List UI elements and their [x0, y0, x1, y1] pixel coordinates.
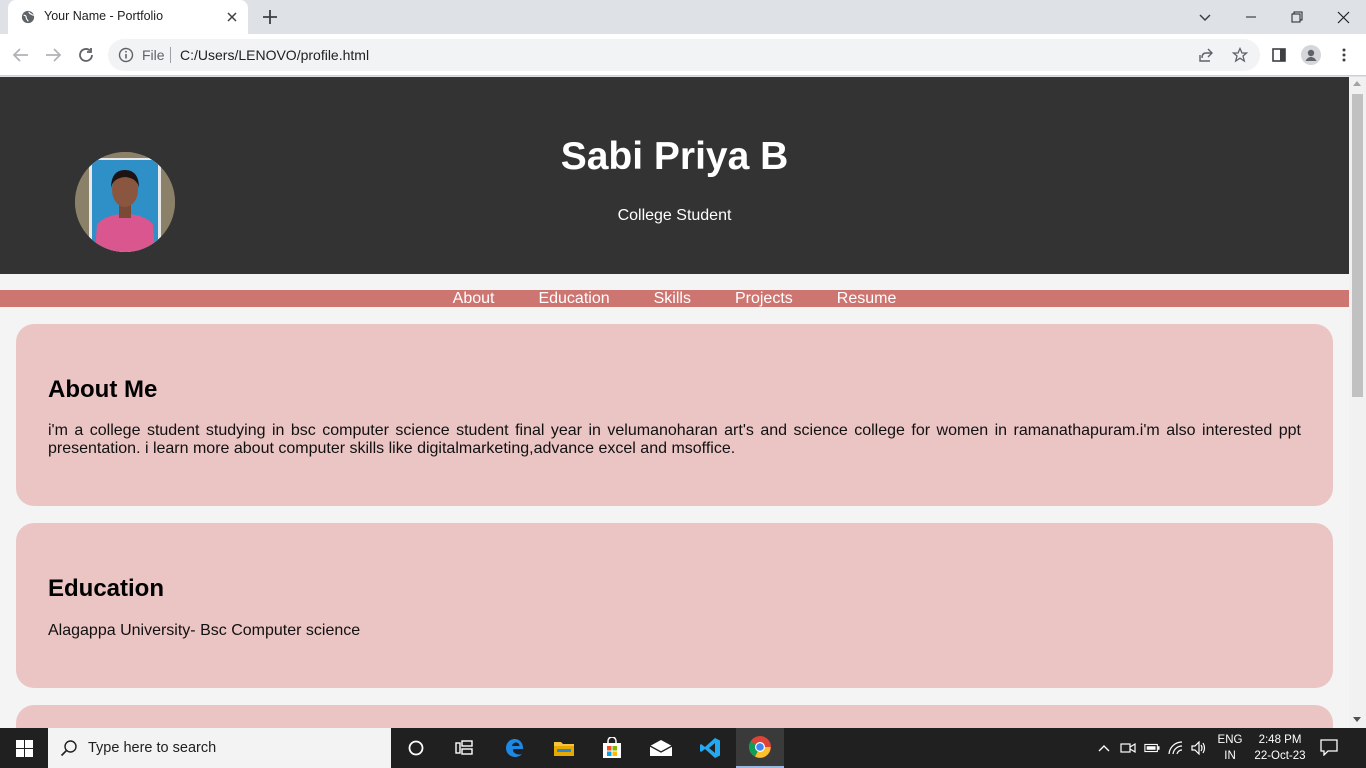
- wifi-icon: [1168, 741, 1183, 755]
- bookmark-star-icon[interactable]: [1232, 47, 1248, 63]
- clock-date: 22-Oct-23: [1254, 750, 1306, 762]
- menu-button[interactable]: [1334, 45, 1354, 65]
- profile-button[interactable]: [1301, 45, 1321, 65]
- page-viewport: Sabi Priya B College Student About Educa…: [0, 77, 1349, 728]
- chevron-down-icon: [1199, 14, 1211, 22]
- arrow-left-icon: [12, 48, 28, 62]
- hero-header: Sabi Priya B College Student: [0, 77, 1349, 274]
- search-placeholder: Type here to search: [88, 740, 217, 756]
- nav-resume[interactable]: Resume: [837, 290, 897, 307]
- globe-icon: [21, 10, 35, 24]
- address-bar[interactable]: File C:/Users/LENOVO/profile.html: [108, 39, 1260, 71]
- show-hidden-icons-button[interactable]: [1096, 740, 1112, 756]
- skills-section: [16, 705, 1333, 728]
- vscode-button[interactable]: [686, 728, 734, 768]
- page-scrollbar[interactable]: [1349, 77, 1366, 728]
- education-text: Alagappa University- Bsc Computer scienc…: [48, 622, 361, 639]
- side-panel-icon: [1272, 48, 1286, 62]
- education-section: Education Alagappa University- Bsc Compu…: [16, 523, 1333, 688]
- mail-icon: [649, 740, 673, 756]
- chrome-button[interactable]: [736, 728, 784, 768]
- volume-button[interactable]: [1191, 740, 1207, 756]
- file-explorer-button[interactable]: [540, 728, 588, 768]
- windows-taskbar: Type here to search ENG IN 2:48 PM 22-Oc…: [0, 728, 1366, 768]
- vscode-icon: [700, 738, 720, 758]
- minimize-icon: [1246, 16, 1256, 18]
- restore-icon: [1291, 11, 1303, 23]
- chevron-up-icon: [1098, 745, 1110, 752]
- side-panel-button[interactable]: [1269, 45, 1289, 65]
- nav-education[interactable]: Education: [538, 290, 609, 307]
- battery-icon: [1144, 743, 1160, 753]
- about-text: i'm a college student studying in bsc co…: [48, 422, 1301, 457]
- language-code: ENG: [1217, 734, 1243, 746]
- hero-name: Sabi Priya B: [560, 135, 789, 178]
- browser-toolbar: File C:/Users/LENOVO/profile.html: [0, 34, 1366, 76]
- store-button[interactable]: [588, 728, 636, 768]
- close-tab-icon[interactable]: [224, 9, 240, 25]
- arrow-right-icon: [46, 48, 62, 62]
- search-icon: [60, 740, 77, 757]
- meet-now-button[interactable]: [1120, 740, 1136, 756]
- scroll-up-arrow[interactable]: [1353, 81, 1361, 86]
- clock-time: 2:48 PM: [1258, 734, 1302, 746]
- tab-title: Your Name - Portfolio: [44, 9, 164, 23]
- notifications-icon[interactable]: [1320, 738, 1338, 756]
- tab-strip: Your Name - Portfolio: [0, 0, 1366, 34]
- start-button[interactable]: [0, 728, 48, 768]
- close-icon: [1337, 11, 1349, 23]
- store-icon: [603, 737, 621, 758]
- nav-projects[interactable]: Projects: [735, 290, 793, 307]
- url-text[interactable]: C:/Users/LENOVO/profile.html: [180, 47, 369, 63]
- speaker-icon: [1191, 741, 1206, 755]
- reload-button[interactable]: [76, 45, 96, 65]
- edge-icon: [506, 739, 524, 757]
- edge-button[interactable]: [491, 728, 539, 768]
- minimize-button[interactable]: [1228, 0, 1274, 34]
- cortana-button[interactable]: [392, 728, 440, 768]
- scheme-label: File: [142, 47, 165, 63]
- divider: [170, 47, 171, 63]
- info-icon[interactable]: [118, 47, 134, 63]
- about-heading: About Me: [48, 376, 158, 403]
- kebab-menu-icon: [1342, 48, 1346, 62]
- reload-icon: [79, 48, 93, 62]
- about-section: About Me i'm a college student studying …: [16, 324, 1333, 506]
- restore-button[interactable]: [1274, 0, 1320, 34]
- browser-tab[interactable]: Your Name - Portfolio: [8, 0, 248, 34]
- tab-search-button[interactable]: [1182, 0, 1228, 34]
- task-view-icon: [455, 740, 473, 755]
- education-heading: Education: [48, 575, 165, 602]
- nav-about[interactable]: About: [453, 290, 495, 307]
- new-tab-icon[interactable]: [261, 8, 279, 26]
- scrollbar-thumb[interactable]: [1352, 94, 1363, 397]
- file-explorer-icon: [554, 742, 574, 756]
- back-button[interactable]: [11, 45, 31, 65]
- mail-button[interactable]: [637, 728, 685, 768]
- chrome-icon: [748, 736, 771, 758]
- battery-button[interactable]: [1144, 740, 1160, 756]
- scroll-down-arrow[interactable]: [1353, 717, 1361, 722]
- hero-role: College Student: [617, 207, 732, 224]
- system-clock[interactable]: 2:48 PM 22-Oct-23: [1250, 732, 1310, 764]
- profile-avatar-icon: [1301, 45, 1321, 65]
- site-nav: About Education Skills Projects Resume: [0, 290, 1349, 307]
- windows-logo-icon: [15, 739, 33, 757]
- forward-button[interactable]: [43, 45, 63, 65]
- nav-skills[interactable]: Skills: [654, 290, 691, 307]
- cortana-icon: [408, 740, 424, 756]
- share-icon[interactable]: [1198, 47, 1214, 63]
- network-button[interactable]: [1168, 740, 1184, 756]
- camera-icon: [1120, 742, 1136, 754]
- taskbar-search[interactable]: Type here to search: [48, 728, 391, 768]
- input-language[interactable]: ENG IN: [1216, 732, 1244, 764]
- region-code: IN: [1224, 750, 1236, 762]
- close-window-button[interactable]: [1320, 0, 1366, 34]
- task-view-button[interactable]: [440, 728, 488, 768]
